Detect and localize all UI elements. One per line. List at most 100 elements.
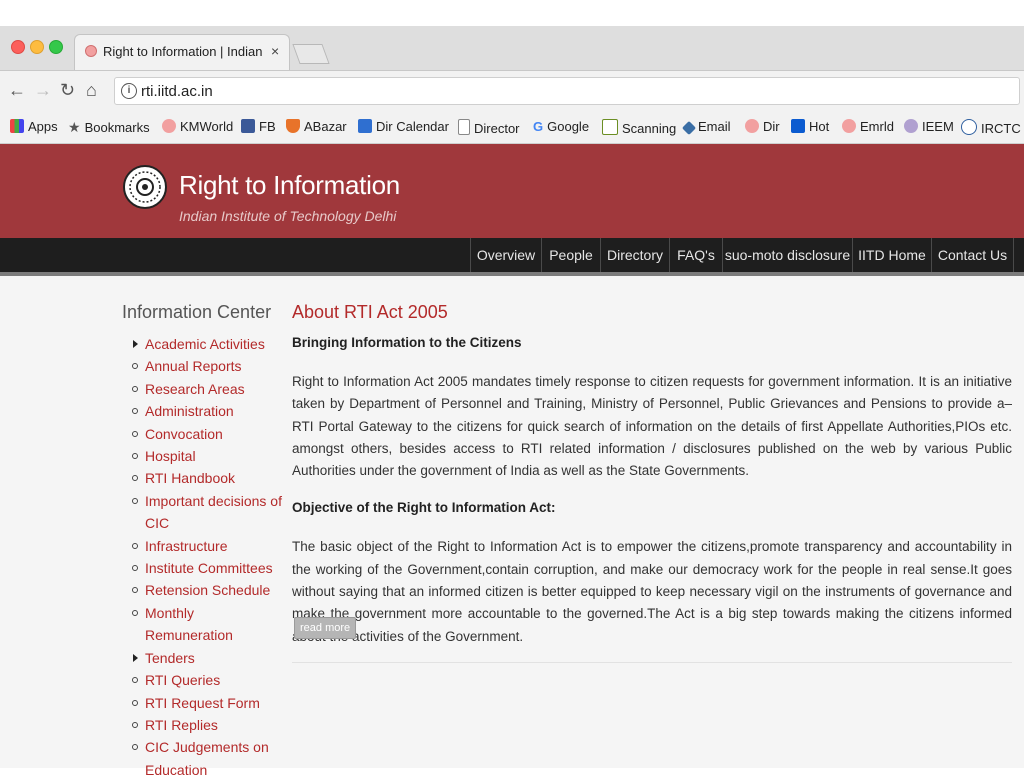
star-icon: ★ bbox=[68, 119, 81, 135]
window-minimize-button[interactable] bbox=[30, 40, 44, 54]
sidebar-item-cic-judgements-on-education[interactable]: CIC Judgements on Education bbox=[122, 736, 282, 781]
back-arrow-icon[interactable]: ← bbox=[8, 80, 26, 101]
sidebar-item-label[interactable]: Institute Committees bbox=[145, 560, 273, 576]
site-title[interactable]: Right to Information bbox=[179, 170, 400, 201]
circle-bullet-icon bbox=[132, 430, 138, 437]
bookmark-hot[interactable]: Hot bbox=[791, 119, 829, 134]
bookmark-dir-calendar[interactable]: Dir Calendar bbox=[358, 119, 449, 134]
bookmark-kmworld[interactable]: KMWorld bbox=[162, 119, 233, 134]
section-heading-bringing-information: Bringing Information to the Citizens bbox=[292, 335, 522, 350]
circle-bullet-icon bbox=[132, 497, 138, 504]
sidebar-item-retension-schedule[interactable]: Retension Schedule bbox=[122, 579, 282, 601]
main-title[interactable]: About RTI Act 2005 bbox=[292, 302, 448, 323]
nav-overview[interactable]: Overview bbox=[470, 238, 541, 272]
address-bar[interactable]: i rti.iitd.ac.in bbox=[114, 77, 1020, 105]
circle-bullet-icon bbox=[132, 609, 138, 616]
sidebar-item-rti-request-form[interactable]: RTI Request Form bbox=[122, 692, 282, 714]
content-divider bbox=[292, 662, 1012, 663]
sidebar-item-important-decisions-of-cic[interactable]: Important decisions of CIC bbox=[122, 490, 282, 535]
sidebar-item-label[interactable]: Retension Schedule bbox=[145, 582, 270, 598]
sidebar-item-convocation[interactable]: Convocation bbox=[122, 423, 282, 445]
window-close-button[interactable] bbox=[11, 40, 25, 54]
sidebar-item-tenders[interactable]: Tenders bbox=[122, 647, 282, 669]
browser-tab-active[interactable]: Right to Information | Indian In × bbox=[74, 34, 290, 70]
sidebar-item-annual-reports[interactable]: Annual Reports bbox=[122, 355, 282, 377]
circle-bullet-icon bbox=[132, 677, 138, 684]
circle-bullet-icon bbox=[132, 699, 138, 706]
sidebar-item-academic-activities[interactable]: Academic Activities bbox=[122, 333, 282, 355]
url-text[interactable]: rti.iitd.ac.in bbox=[141, 83, 213, 100]
circle-bullet-icon bbox=[132, 385, 138, 392]
sidebar-item-label[interactable]: RTI Queries bbox=[145, 672, 220, 688]
page-icon bbox=[458, 119, 470, 135]
bookmark-label: Director bbox=[474, 121, 520, 136]
sidebar-item-research-areas[interactable]: Research Areas bbox=[122, 378, 282, 400]
new-tab-button[interactable] bbox=[292, 44, 330, 64]
sidebar-item-rti-queries[interactable]: RTI Queries bbox=[122, 669, 282, 691]
bookmark-label: Email bbox=[698, 119, 731, 134]
paragraph-about-act: Right to Information Act 2005 mandates t… bbox=[292, 374, 1012, 479]
site-info-icon[interactable]: i bbox=[121, 83, 137, 99]
nav-faqs[interactable]: FAQ's bbox=[669, 238, 722, 272]
bookmark-email[interactable]: Email bbox=[681, 119, 731, 136]
nav-iitd-home[interactable]: IITD Home bbox=[852, 238, 931, 272]
sidebar-item-label[interactable]: RTI Request Form bbox=[145, 695, 260, 711]
window-zoom-button[interactable] bbox=[49, 40, 63, 54]
sidebar-item-rti-replies[interactable]: RTI Replies bbox=[122, 714, 282, 736]
triangle-bullet-icon bbox=[133, 340, 138, 348]
sidebar-item-administration[interactable]: Administration bbox=[122, 400, 282, 422]
sidebar-item-label[interactable]: RTI Replies bbox=[145, 717, 218, 733]
bookmark-label: Hot bbox=[809, 119, 830, 134]
nav-directory[interactable]: Directory bbox=[600, 238, 669, 272]
bookmark-director[interactable]: Director bbox=[458, 119, 520, 136]
sidebar-item-label[interactable]: Administration bbox=[145, 403, 234, 419]
forward-arrow-icon[interactable]: → bbox=[34, 80, 52, 101]
bookmark-fb[interactable]: FB bbox=[241, 119, 276, 134]
sidebar-item-label[interactable]: RTI Handbook bbox=[145, 470, 235, 486]
sidebar-item-label[interactable]: Important decisions of CIC bbox=[145, 493, 282, 531]
sidebar-item-label[interactable]: Tenders bbox=[145, 650, 195, 666]
bookmark-irctc[interactable]: IRCTC bbox=[961, 119, 1021, 136]
emrld-icon bbox=[842, 119, 856, 133]
outlook-icon bbox=[791, 119, 805, 133]
sidebar-item-label[interactable]: Annual Reports bbox=[145, 358, 242, 374]
bookmark-emrld[interactable]: Emrld bbox=[842, 119, 894, 134]
sidebar-item-hospital[interactable]: Hospital bbox=[122, 445, 282, 467]
bookmark-bookmarks[interactable]: ★ Bookmarks bbox=[68, 119, 150, 136]
read-more-button[interactable]: read more bbox=[294, 617, 357, 639]
sidebar-list: Academic Activities Annual Reports Resea… bbox=[122, 333, 282, 781]
nav-contact-us[interactable]: Contact Us bbox=[931, 238, 1014, 272]
sidebar-item-label[interactable]: Convocation bbox=[145, 426, 223, 442]
bookmark-apps[interactable]: Apps bbox=[10, 119, 58, 134]
circle-bullet-icon bbox=[132, 721, 138, 728]
sidebar-item-label[interactable]: Monthly Remuneration bbox=[145, 605, 233, 643]
irctc-icon bbox=[961, 119, 977, 135]
bookmark-scanning[interactable]: Scanning bbox=[602, 119, 676, 136]
reload-icon[interactable]: ↻ bbox=[60, 80, 75, 101]
sidebar-item-label[interactable]: CIC Judgements on Education bbox=[145, 739, 269, 777]
bookmark-google[interactable]: G Google bbox=[533, 119, 589, 134]
bookmark-abazar[interactable]: ABazar bbox=[286, 119, 347, 134]
ieem-icon bbox=[904, 119, 918, 133]
sidebar-item-rti-handbook[interactable]: RTI Handbook bbox=[122, 467, 282, 489]
sidebar-item-label[interactable]: Hospital bbox=[145, 448, 196, 464]
sidebar-item-label[interactable]: Research Areas bbox=[145, 381, 245, 397]
sidebar-item-infrastructure[interactable]: Infrastructure bbox=[122, 535, 282, 557]
bookmark-label: Dir Calendar bbox=[376, 119, 449, 134]
bookmark-label: Bookmarks bbox=[84, 120, 150, 135]
nav-people[interactable]: People bbox=[541, 238, 600, 272]
iitd-logo-icon[interactable] bbox=[122, 163, 168, 219]
bookmark-label: IEEM bbox=[922, 119, 954, 134]
tab-close-icon[interactable]: × bbox=[271, 43, 279, 59]
bookmark-label: Emrld bbox=[860, 119, 894, 134]
home-icon[interactable]: ⌂ bbox=[86, 80, 97, 101]
sidebar-item-monthly-remuneration[interactable]: Monthly Remuneration bbox=[122, 602, 282, 647]
nav-suo-moto-disclosure[interactable]: suo-moto disclosure bbox=[722, 238, 852, 272]
sidebar-item-label[interactable]: Infrastructure bbox=[145, 538, 227, 554]
bookmark-dir[interactable]: Dir bbox=[745, 119, 780, 134]
scanning-icon bbox=[602, 119, 618, 135]
bookmark-ieem[interactable]: IEEM bbox=[904, 119, 954, 134]
sidebar-item-label[interactable]: Academic Activities bbox=[145, 336, 265, 352]
section-heading-objective: Objective of the Right to Information Ac… bbox=[292, 500, 556, 516]
sidebar-item-institute-committees[interactable]: Institute Committees bbox=[122, 557, 282, 579]
